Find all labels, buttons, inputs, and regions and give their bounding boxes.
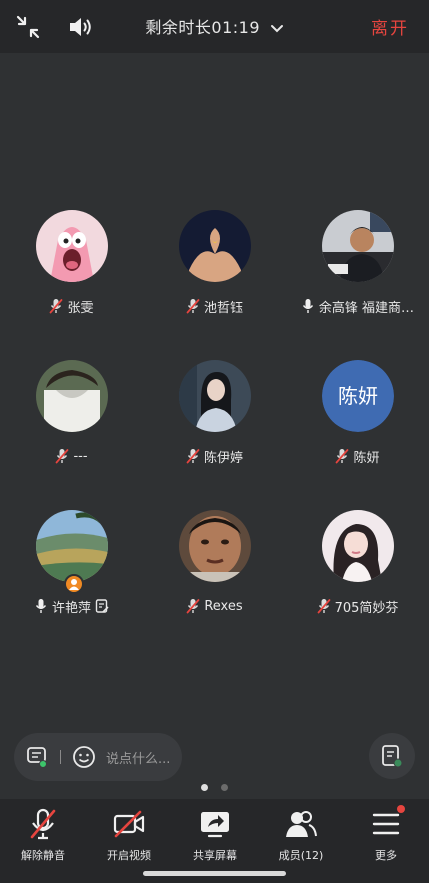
chat-divider [60,750,61,764]
participant-name: 许艳萍 [51,600,91,616]
start-video-button[interactable]: 开启视频 [86,807,172,867]
participant-tile[interactable]: 705简妙芬 [286,510,429,640]
avatar [179,510,251,582]
video-off-icon [112,807,146,841]
participant-tile[interactable]: 陈伊婷 [143,360,286,490]
host-icon [64,574,84,594]
home-indicator[interactable] [143,871,286,876]
chat-input[interactable]: 说点什么... [14,733,182,781]
top-bar: 剩余时长01:19 离开 [0,0,429,53]
more-button[interactable]: 更多 [343,805,429,867]
participant-tile[interactable]: 余高锋 福建商… [286,210,429,340]
more-label: 更多 [375,849,397,862]
members-icon [284,807,318,841]
participant-name: --- [73,448,88,464]
avatar [179,210,251,282]
share-screen-button[interactable]: 共享屏幕 [172,807,258,867]
participant-tile[interactable]: 许艳萍 [0,510,143,640]
mic-muted-icon [335,448,349,464]
mic-muted-icon [26,807,60,841]
mic-muted-icon [186,598,200,614]
page-indicator[interactable] [0,776,429,795]
participant-name: 705简妙芬 [334,600,399,616]
members-label: 成员(12) [278,849,324,862]
avatar [179,360,251,432]
participant-tile[interactable]: 池哲钰 [143,210,286,340]
mic-muted-icon [186,298,200,314]
unmute-button[interactable]: 解除静音 [0,807,86,867]
page-dot-active[interactable] [200,784,208,791]
participant-tile[interactable]: Rexes [143,510,286,640]
mic-muted-icon [55,448,69,464]
mic-on-icon [301,298,315,314]
participant-name: 陈伊婷 [203,450,243,466]
leave-button[interactable]: 离开 [371,14,409,39]
avatar: 陈妍 [322,360,394,432]
meeting-timer-text: 剩余时长01:19 [145,18,261,37]
share-screen-label: 共享屏幕 [193,849,237,862]
avatar [322,510,394,582]
emoji-icon[interactable] [72,745,96,769]
note-icon [95,599,109,613]
menu-icon [369,805,405,841]
participant-tile[interactable]: 张雯 [0,210,143,340]
participant-name: 池哲钰 [203,300,243,316]
avatar [322,210,394,282]
mic-on-icon [34,598,48,614]
mic-muted-icon [49,298,63,314]
meeting-timer[interactable]: 剩余时长01:19 [0,14,429,38]
mic-muted-icon [186,448,200,464]
notes-icon [382,745,403,768]
avatar [36,360,108,432]
chat-list-icon[interactable] [26,746,48,768]
share-screen-icon [198,807,232,841]
avatar-initials: 陈妍 [322,360,394,432]
avatar [36,210,108,282]
start-video-label: 开启视频 [107,849,151,862]
participant-name: 陈妍 [353,450,380,466]
page-dot[interactable] [221,784,229,791]
notification-dot [397,805,405,813]
avatar [36,510,108,582]
participant-tile[interactable]: 陈妍 陈妍 [286,360,429,490]
participant-name: 张雯 [67,300,94,316]
chat-placeholder: 说点什么... [106,752,171,767]
chevron-down-icon [270,19,284,38]
members-button[interactable]: 成员(12) [258,807,344,867]
participant-name: 余高锋 福建商… [318,300,415,316]
participant-tile[interactable]: --- [0,360,143,490]
notes-button[interactable] [369,733,415,779]
mic-muted-icon [317,598,331,614]
participant-name: Rexes [204,598,243,614]
unmute-label: 解除静音 [21,849,65,862]
